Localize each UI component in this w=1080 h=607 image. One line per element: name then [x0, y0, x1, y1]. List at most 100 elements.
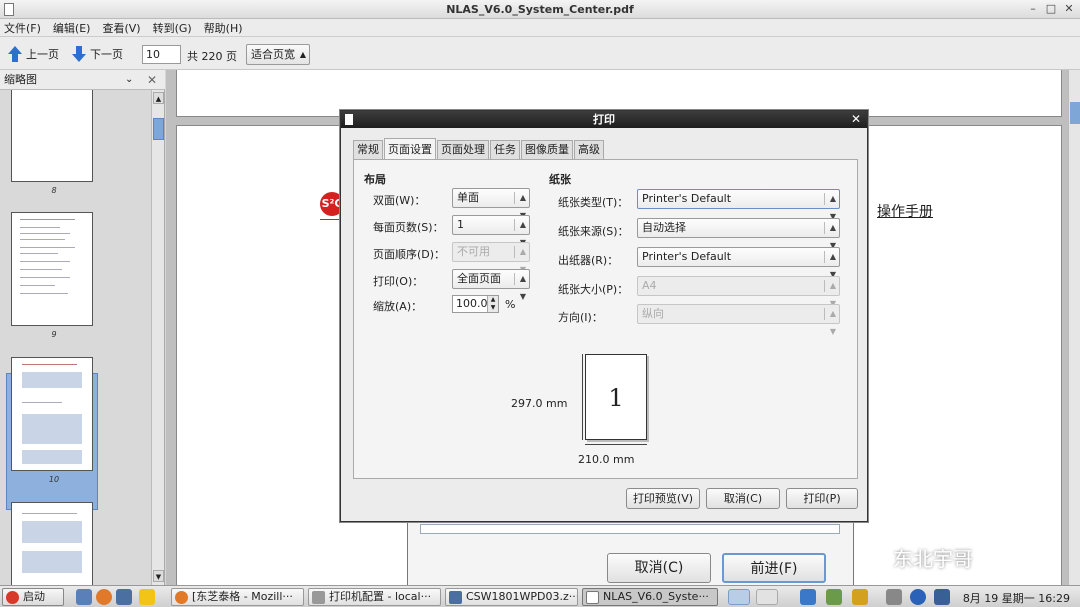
menu-help[interactable]: 帮助(H): [204, 20, 243, 36]
paper-size-select: A4 ▲▼: [637, 276, 840, 308]
pages-per-sheet-value: 1: [457, 218, 464, 231]
document-heading: 操作手册: [877, 204, 933, 220]
spin-arrows-icon: ▲▼: [519, 274, 526, 301]
file-manager-icon[interactable]: [76, 589, 92, 605]
menu-file[interactable]: 文件(F): [4, 20, 41, 36]
close-icon[interactable]: ✕: [851, 111, 861, 128]
scroll-thumb[interactable]: [1070, 102, 1080, 124]
sidebar-scrollbar[interactable]: ▲ ▼: [151, 90, 164, 585]
tab-job[interactable]: 任务: [490, 140, 520, 159]
print-select[interactable]: 全面页面 ▲ ▼: [452, 269, 530, 301]
notes-icon[interactable]: [139, 589, 155, 605]
tab-advanced[interactable]: 高级: [574, 140, 604, 159]
close-sidebar-icon[interactable]: ✕: [147, 70, 157, 90]
output-tray-label: 出纸器(R)：: [558, 254, 619, 267]
thumbnail-sidebar: 缩略图 ⌄ ✕ 8 9 10 ▲ ▼: [0, 70, 165, 585]
clock[interactable]: 8月 19 星期一 16:29: [963, 590, 1070, 606]
print-dialog: 打印 ✕ 常规 页面设置 页面处理 任务 图像质量 高级 布局 双面(W)： 单…: [340, 110, 868, 522]
chevron-down-icon[interactable]: ⌄: [125, 70, 133, 90]
task-label: CSW1801WPD03.z···: [466, 590, 578, 603]
next-page-label: 下一页: [90, 48, 123, 61]
duplex-select[interactable]: 单面 ▲▼: [452, 188, 530, 220]
paper-source-select[interactable]: 自动选择 ▲ ▼: [637, 218, 840, 250]
update-icon[interactable]: [826, 589, 842, 605]
pages-per-sheet-select[interactable]: 1 ▲▼: [452, 215, 530, 247]
prev-page-button[interactable]: 上一页: [8, 45, 59, 63]
taskbar-item-browser[interactable]: [东芝泰格 - Mozill···: [171, 588, 304, 606]
taskbar-item-printer-config[interactable]: 打印机配置 - local···: [308, 588, 441, 606]
taskbar-item-pdf-viewer[interactable]: NLAS_V6.0_Syste···: [582, 588, 718, 606]
page-number-input[interactable]: 10: [142, 45, 181, 64]
next-page-button[interactable]: 下一页: [72, 45, 123, 63]
task-label: [东芝泰格 - Mozill···: [192, 590, 293, 603]
thumbnail-page-10[interactable]: [11, 357, 93, 471]
tab-page-handling[interactable]: 页面处理: [437, 140, 489, 159]
start-label: 启动: [23, 590, 45, 603]
task-label: NLAS_V6.0_Syste···: [603, 590, 709, 603]
print-label: 打印(O)：: [373, 275, 424, 288]
embedded-field: [420, 524, 840, 534]
tab-image-quality[interactable]: 图像质量: [521, 140, 573, 159]
maximize-button[interactable]: □: [1044, 2, 1058, 16]
pages-per-sheet-label: 每面页数(S)：: [373, 221, 444, 234]
orientation-label: 方向(I)：: [558, 311, 603, 324]
embedded-cancel-button: 取消(C): [607, 553, 711, 583]
minimize-button[interactable]: –: [1026, 2, 1040, 16]
workspace-switcher[interactable]: [728, 589, 750, 605]
thumbnail-page-9[interactable]: [11, 212, 93, 326]
tab-general[interactable]: 常规: [353, 140, 383, 159]
scroll-down-icon[interactable]: ▼: [153, 570, 164, 582]
task-label: 打印机配置 - local···: [329, 590, 432, 603]
page-setup-panel: 布局 双面(W)： 单面 ▲▼ 每面页数(S)： 1 ▲▼ 页面顺序(D)： 不…: [353, 159, 858, 479]
workspace-switcher[interactable]: [756, 589, 778, 605]
paper-source-label: 纸张来源(S)：: [558, 225, 629, 238]
menu-edit[interactable]: 编辑(E): [53, 20, 91, 36]
paper-preview: 1: [585, 354, 647, 440]
height-dimension-line: [582, 354, 583, 440]
scroll-up-icon[interactable]: ▲: [153, 92, 164, 104]
thumbnail-label: 8: [51, 186, 57, 195]
start-button[interactable]: 启动: [2, 588, 64, 606]
volume-icon[interactable]: [886, 589, 902, 605]
print-button[interactable]: 打印(P): [786, 488, 858, 509]
output-tray-select[interactable]: Printer's Default ▲ ▼: [637, 247, 840, 279]
scroll-thumb[interactable]: [153, 118, 164, 140]
height-dimension-text: 297.0 mm: [511, 397, 568, 410]
taskbar-item-document[interactable]: CSW1801WPD03.z···: [445, 588, 578, 606]
zoom-value: 适合页宽: [251, 48, 295, 61]
print-preview-button[interactable]: 打印预览(V): [626, 488, 700, 509]
tab-page-setup[interactable]: 页面设置: [384, 138, 436, 159]
paper-heading: 纸张: [549, 173, 571, 186]
firefox-icon[interactable]: [96, 589, 112, 605]
network-icon[interactable]: [800, 589, 816, 605]
toolbar: 上一页 下一页 10 共 220 页 适合页宽 ▲▼: [0, 37, 1080, 78]
thumbnail-page-8[interactable]: [11, 90, 93, 182]
output-tray-value: Printer's Default: [642, 250, 732, 263]
document-scrollbar[interactable]: [1068, 70, 1080, 585]
bluetooth-icon[interactable]: [910, 589, 926, 605]
orientation-value: 纵向: [642, 307, 664, 320]
zoom-select[interactable]: 适合页宽 ▲▼: [246, 44, 310, 78]
layout-heading: 布局: [364, 173, 386, 186]
menu-view[interactable]: 查看(V): [102, 20, 140, 36]
scale-value: 100.0: [456, 297, 488, 310]
thumbnail-list: 8 9 10: [0, 90, 150, 585]
spin-arrows-icon[interactable]: ▲ ▼: [487, 296, 498, 312]
paper-type-select[interactable]: Printer's Default ▲ ▼: [637, 189, 840, 221]
tools-icon[interactable]: [852, 589, 868, 605]
start-icon: [6, 591, 19, 604]
watermark-text: 东北宇哥: [893, 547, 973, 571]
menu-go[interactable]: 转到(G): [153, 20, 192, 36]
dialog-titlebar: 打印 ✕: [341, 111, 867, 128]
close-window-button[interactable]: ✕: [1062, 2, 1076, 16]
printer-icon: [312, 591, 325, 604]
firefox-icon: [175, 591, 188, 604]
thumbnail-page-11[interactable]: [11, 502, 93, 585]
cancel-button[interactable]: 取消(C): [706, 488, 780, 509]
pdf-icon: [586, 591, 599, 604]
scale-spinbox[interactable]: 100.0 ▲ ▼: [452, 295, 499, 313]
embedded-forward-button: 前进(F): [722, 553, 826, 583]
display-icon[interactable]: [934, 589, 950, 605]
paper-size-label: 纸张大小(P)：: [558, 283, 629, 296]
monitor-icon[interactable]: [116, 589, 132, 605]
